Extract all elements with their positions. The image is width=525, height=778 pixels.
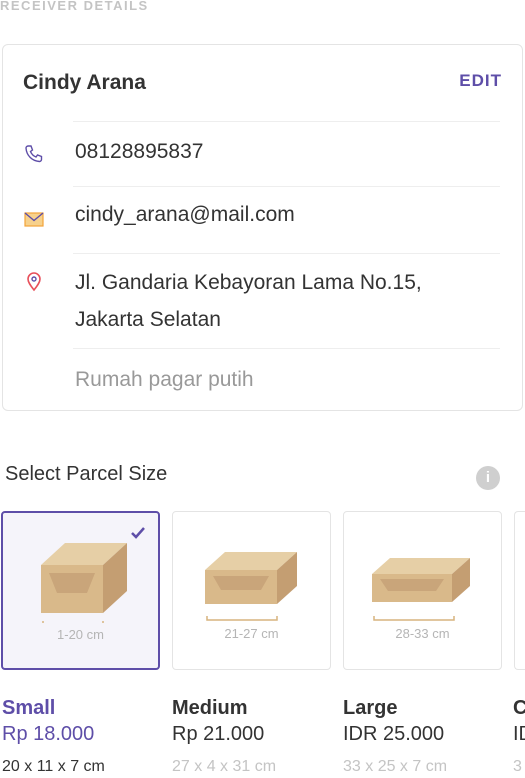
size-range-label: 21-27 cm xyxy=(224,626,279,641)
size-name-medium: Medium xyxy=(172,697,248,719)
parcel-box-medium-icon xyxy=(205,552,297,621)
size-range-label: 1-20 cm xyxy=(57,627,104,642)
parcel-size-title: Select Parcel Size xyxy=(5,463,168,485)
size-name-small: Small xyxy=(2,697,56,719)
size-dimensions-small: 20 x 11 x 7 cm xyxy=(2,758,105,775)
email-address[interactable]: cindy_arana@mail.com xyxy=(75,198,295,232)
divider xyxy=(73,253,500,254)
parcel-box-large-icon xyxy=(372,558,470,621)
address-line-1: Jl. Gandaria Kebayoran Lama No.15, xyxy=(75,271,422,294)
parcel-tile-large[interactable]: 28-33 cm xyxy=(343,511,502,670)
size-dimensions-large: 33 x 25 x 7 cm xyxy=(343,758,448,775)
size-price-large: IDR 25.000 xyxy=(343,723,445,745)
parcel-tile-extra[interactable] xyxy=(514,511,525,670)
edit-button[interactable]: EDIT xyxy=(459,71,502,91)
location-pin-icon xyxy=(23,270,45,292)
divider xyxy=(73,186,500,187)
parcel-tile-small[interactable]: 1-20 cm xyxy=(1,511,160,670)
receiver-name: Cindy Arana xyxy=(23,71,146,94)
address-note: Rumah pagar putih xyxy=(75,368,254,391)
size-price-small: Rp 18.000 xyxy=(2,723,95,745)
size-dimensions-medium: 27 x 4 x 31 cm xyxy=(172,758,277,775)
info-icon[interactable]: i xyxy=(476,466,500,490)
size-dimensions-extra: 3 xyxy=(513,758,522,775)
address-line-2: Jakarta Selatan xyxy=(75,308,221,331)
parcel-box-small-icon xyxy=(41,543,127,623)
parcel-tile-medium[interactable]: 21-27 cm xyxy=(172,511,331,670)
email-icon xyxy=(23,208,45,230)
phone-number[interactable]: 08128895837 xyxy=(75,135,203,169)
receiver-card: Cindy Arana EDIT 08128895837 cindy_arana… xyxy=(2,44,523,411)
size-price-extra: ID xyxy=(513,723,525,745)
size-name-extra: C xyxy=(513,697,525,719)
size-price-medium: Rp 21.000 xyxy=(172,723,265,745)
section-label: RECEIVER DETAILS xyxy=(0,0,149,13)
phone-icon xyxy=(23,143,45,165)
divider xyxy=(73,121,500,122)
size-name-large: Large xyxy=(343,697,398,719)
divider xyxy=(73,348,500,349)
size-range-label: 28-33 cm xyxy=(395,626,450,641)
